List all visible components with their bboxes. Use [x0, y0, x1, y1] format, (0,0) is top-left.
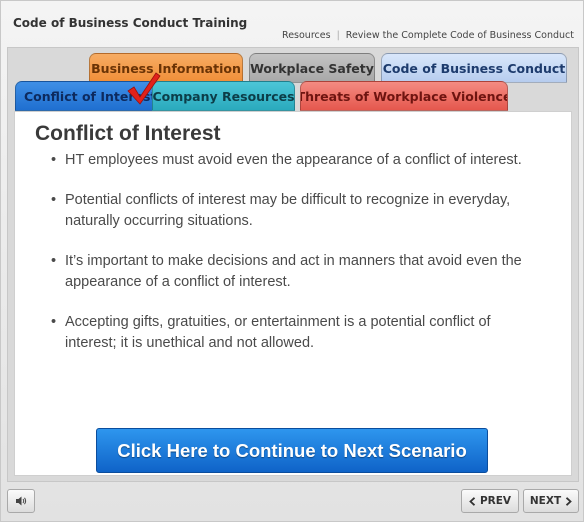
chevron-right-icon — [565, 496, 572, 506]
app-title: Code of Business Conduct Training — [13, 16, 248, 30]
list-item: Potential conflicts of interest may be d… — [51, 190, 541, 232]
red-checkmark-icon — [127, 72, 161, 105]
continue-next-scenario-button[interactable]: Click Here to Continue to Next Scenario — [96, 428, 488, 473]
link-separator: | — [336, 30, 340, 41]
review-code-link[interactable]: Review the Complete Code of Business Con… — [346, 30, 574, 41]
audio-button[interactable] — [7, 489, 35, 513]
tab-workplace-safety[interactable]: Workplace Safety — [249, 53, 375, 83]
tab-threats-of-workplace-violence[interactable]: Threats of Workplace Violence — [300, 81, 508, 111]
content-panel: Conflict of Interest HT employees must a… — [14, 111, 572, 476]
next-label: NEXT — [529, 495, 562, 507]
header-links: Resources | Review the Complete Code of … — [282, 30, 574, 41]
prev-button[interactable]: PREV — [461, 489, 519, 513]
speaker-icon — [15, 495, 27, 507]
list-item: Accepting gifts, gratuities, or entertai… — [51, 312, 541, 354]
list-item: HT employees must avoid even the appeara… — [51, 150, 541, 171]
training-window: Code of Business Conduct Training Resour… — [0, 0, 584, 522]
prev-label: PREV — [479, 495, 512, 507]
bullet-list: HT employees must avoid even the appeara… — [51, 150, 541, 373]
tab-company-resources[interactable]: Company Resources — [152, 81, 295, 111]
resources-link[interactable]: Resources — [282, 30, 331, 41]
chevron-left-icon — [469, 496, 476, 506]
tab-business-information[interactable]: Business Information — [89, 53, 243, 83]
list-item: It’s important to make decisions and act… — [51, 251, 541, 293]
page-title: Conflict of Interest — [35, 122, 221, 145]
next-button[interactable]: NEXT — [523, 489, 579, 513]
tab-code-of-business-conduct[interactable]: Code of Business Conduct — [381, 53, 567, 83]
